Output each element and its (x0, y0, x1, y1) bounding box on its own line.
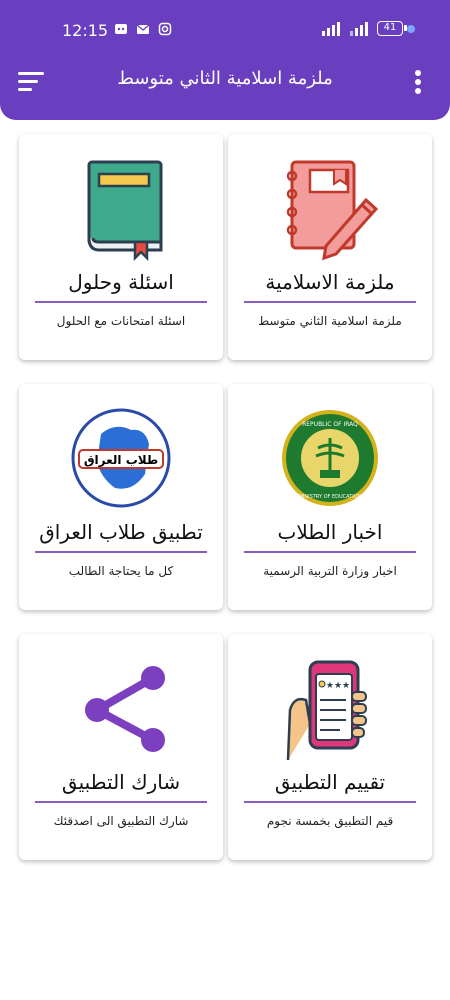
divider (35, 801, 207, 803)
notebook-pencil-icon (286, 160, 379, 261)
status-bar: 12:15 41 (0, 0, 450, 58)
card-subtitle: ملزمة اسلامية الثاني متوسط (258, 314, 402, 328)
svg-text:★★★: ★★★ (326, 681, 350, 691)
more-options-icon[interactable] (408, 66, 428, 98)
card-title: تقييم التطبيق (274, 770, 386, 794)
green-book-icon (87, 160, 163, 262)
ministry-seal-icon: REPUBLIC OF IRAQ MINISTRY OF EDUCATION (282, 410, 378, 506)
card-subtitle: قيم التطبيق بخمسة نجوم (266, 814, 394, 828)
charging-dot-icon (407, 25, 415, 33)
divider (244, 301, 416, 303)
card-share-app[interactable]: شارك التطبيق شارك التطبيق الى اصدقئك (19, 634, 223, 860)
instagram-icon (158, 22, 172, 36)
card-islamic-booklet[interactable]: ملزمة الاسلامية ملزمة اسلامية الثاني متو… (228, 134, 432, 360)
divider (35, 301, 207, 303)
svg-text:طلاب العراق: طلاب العراق (84, 453, 158, 467)
card-title: اسئلة وحلول (68, 270, 174, 294)
card-title: ملزمة الاسلامية (265, 270, 395, 294)
battery-indicator: 41 (377, 21, 407, 36)
card-title: شارك التطبيق (61, 770, 181, 794)
divider (35, 551, 207, 553)
card-iraq-students-app[interactable]: طلاب العراق تطبيق طلاب العراق كل ما يحتا… (19, 384, 223, 610)
status-time: 12:15 (62, 21, 109, 40)
signal-roaming-icon (350, 22, 368, 36)
app-notification-icon (115, 24, 127, 34)
divider (244, 801, 416, 803)
menu-icon[interactable] (14, 66, 48, 98)
card-rate-app[interactable]: ★★★ تقييم التطبيق قيم التطبيق بخمسة نجوم (228, 634, 432, 860)
svg-text:REPUBLIC OF IRAQ: REPUBLIC OF IRAQ (302, 421, 358, 428)
card-title: تطبيق طلاب العراق (39, 520, 203, 544)
iraq-map-logo-icon: طلاب العراق (71, 408, 171, 508)
signal-icon (322, 22, 340, 36)
card-questions-answers[interactable]: اسئلة وحلول اسئلة امتحانات مع الحلول (19, 134, 223, 360)
card-subtitle: اسئلة امتحانات مع الحلول (56, 314, 186, 328)
card-subtitle: كل ما يحتاجة الطالب (68, 564, 174, 578)
app-bar: 12:15 41 ملزمة اسلامية الثاني متوسط (0, 0, 450, 120)
rate-phone-icon: ★★★ (286, 660, 367, 761)
page-title: ملزمة اسلامية الثاني متوسط (117, 68, 333, 89)
divider (244, 551, 416, 553)
share-icon (85, 666, 165, 752)
card-subtitle: شارك التطبيق الى اصدقئك (53, 814, 189, 828)
svg-text:MINISTRY OF EDUCATION: MINISTRY OF EDUCATION (299, 494, 362, 500)
card-subtitle: اخبار وزارة التربية الرسمية (263, 564, 397, 578)
card-student-news[interactable]: REPUBLIC OF IRAQ MINISTRY OF EDUCATION ا… (228, 384, 432, 610)
mail-icon (136, 24, 150, 34)
card-title: اخبار الطلاب (277, 520, 383, 544)
